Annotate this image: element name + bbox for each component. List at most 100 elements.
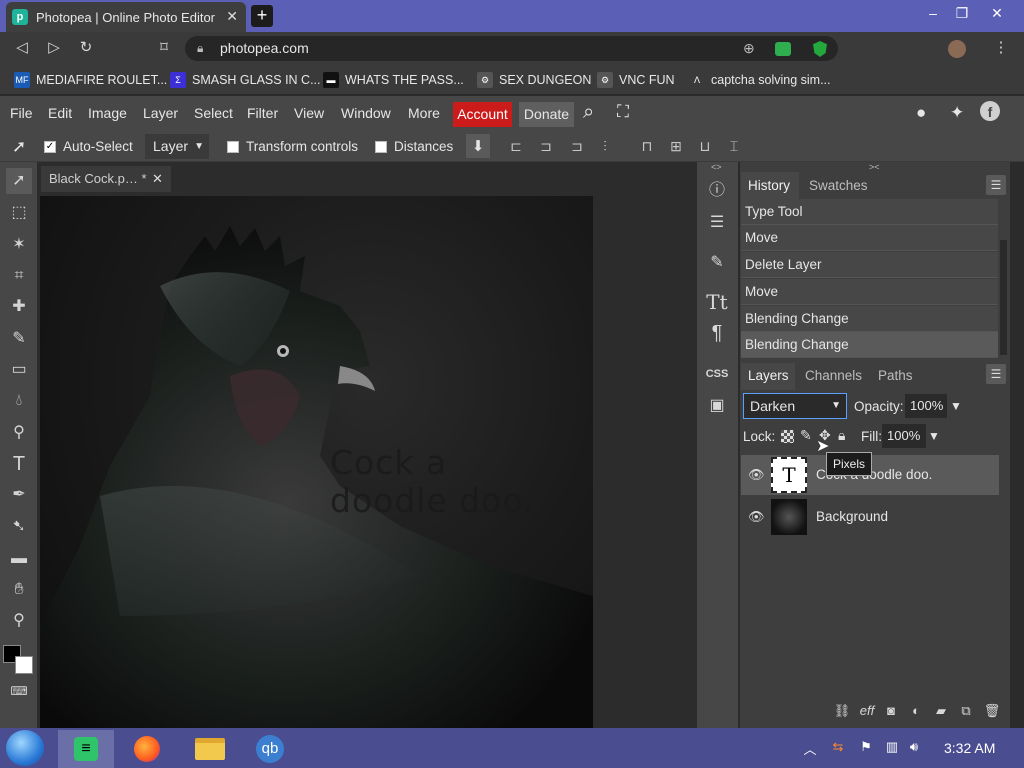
- close-tab-icon[interactable]: ✕: [226, 8, 238, 25]
- align-middle-v-icon[interactable]: ⊞: [667, 138, 685, 156]
- taskbar-qbittorrent[interactable]: qb: [244, 730, 300, 768]
- collapse-arrows-icon[interactable]: <>: [711, 162, 722, 172]
- crop-tool-icon[interactable]: ⌗: [6, 263, 32, 289]
- fullscreen-icon[interactable]: ⛶: [617, 102, 629, 122]
- bookmark-icon[interactable]: ⌑: [153, 37, 175, 59]
- layers-panel-menu-icon[interactable]: ☰: [986, 364, 1006, 384]
- taskbar-firefox[interactable]: [120, 730, 176, 768]
- tray-network-icon[interactable]: ▥: [884, 739, 900, 755]
- tab-history[interactable]: History: [741, 172, 799, 199]
- search-icon[interactable]: ⌕: [583, 101, 594, 124]
- history-item[interactable]: Type Tool: [741, 199, 998, 225]
- distribute-v-icon[interactable]: ⌶: [724, 138, 744, 156]
- paragraph-icon[interactable]: ¶: [701, 319, 733, 347]
- collapse-arrows-icon[interactable]: ><: [869, 162, 880, 172]
- keyboard-icon[interactable]: ⌨: [6, 678, 32, 704]
- tray-expand-icon[interactable]: ︿: [802, 739, 818, 757]
- hand-tool-icon[interactable]: ✋︎: [6, 577, 32, 603]
- marquee-tool-icon[interactable]: ⬚: [6, 200, 32, 226]
- fill-input[interactable]: 100%: [882, 424, 926, 448]
- new-layer-icon[interactable]: ⧉: [957, 703, 975, 721]
- adjustment-layer-icon[interactable]: ◐: [907, 703, 925, 721]
- history-item[interactable]: Move: [741, 279, 998, 305]
- dodge-tool-icon[interactable]: ⚲: [6, 420, 32, 446]
- adjustments-icon[interactable]: ☰: [701, 209, 733, 237]
- maximize-window-button[interactable]: ❐: [946, 2, 978, 26]
- taskbar-file-explorer[interactable]: [182, 730, 238, 768]
- canvas-text-layer[interactable]: Cock a doodle doo.: [330, 444, 534, 520]
- lock-all-icon[interactable]: 🔒︎: [838, 427, 845, 444]
- bookmark-captcha[interactable]: Λ captcha solving sim...: [689, 71, 831, 89]
- bookmark-sex-dungeon[interactable]: ⚙ SEX DUNGEON: [477, 71, 591, 89]
- menu-view[interactable]: View: [294, 105, 324, 121]
- history-panel-menu-icon[interactable]: ☰: [986, 175, 1006, 195]
- layer-effects-icon[interactable]: eff: [858, 703, 876, 721]
- character-icon[interactable]: Tt: [701, 288, 733, 316]
- reload-icon[interactable]: ↻: [75, 37, 97, 59]
- menu-more[interactable]: More: [408, 105, 440, 121]
- magic-wand-tool-icon[interactable]: ✶: [6, 232, 32, 258]
- gradient-tool-icon[interactable]: ▭: [6, 357, 32, 383]
- history-item[interactable]: Blending Change: [741, 306, 998, 332]
- pen-tool-icon[interactable]: ✒: [6, 482, 32, 508]
- tray-update-icon[interactable]: ⇆: [830, 739, 846, 755]
- facebook-icon[interactable]: f: [980, 101, 1000, 121]
- image-icon[interactable]: ▣: [701, 392, 733, 420]
- lock-pixels-icon[interactable]: ✎: [800, 427, 812, 444]
- reddit-icon[interactable]: ●: [916, 103, 926, 123]
- path-select-tool-icon[interactable]: ➷: [6, 514, 32, 540]
- tab-channels[interactable]: Channels: [805, 368, 862, 383]
- align-right-icon[interactable]: ⊐: [568, 138, 586, 156]
- menu-window[interactable]: Window: [341, 105, 391, 121]
- delete-layer-icon[interactable]: 🗑︎: [983, 703, 1001, 721]
- install-app-icon[interactable]: ⊕: [743, 36, 755, 61]
- brush-settings-icon[interactable]: ✎: [701, 249, 733, 277]
- bookmark-whats-the-pass[interactable]: ▬ WHATS THE PASS...: [323, 71, 464, 89]
- layer-row-background[interactable]: 👁︎ Background: [741, 497, 999, 537]
- lock-transparency-icon[interactable]: [781, 430, 794, 443]
- distribute-h-icon[interactable]: ⫶: [596, 138, 614, 156]
- close-document-icon[interactable]: ✕: [152, 171, 163, 187]
- history-item-current[interactable]: Blending Change: [741, 332, 998, 358]
- menu-edit[interactable]: Edit: [48, 105, 72, 121]
- history-scrollbar[interactable]: [1000, 240, 1007, 355]
- download-icon[interactable]: ⬇: [466, 134, 490, 158]
- align-bottom-icon[interactable]: ⊔: [696, 138, 714, 156]
- blur-tool-icon[interactable]: 💧︎: [6, 388, 32, 414]
- tab-layers[interactable]: Layers: [741, 363, 795, 390]
- extension-green-icon[interactable]: [775, 42, 791, 56]
- auto-select-target-dropdown[interactable]: Layer ▼: [145, 134, 209, 159]
- bookmark-smash-glass[interactable]: Σ SMASH GLASS IN C...: [170, 71, 321, 89]
- back-icon[interactable]: ◁: [11, 37, 33, 59]
- bookmark-vnc-fun[interactable]: ⚙ VNC FUN: [597, 71, 675, 89]
- menu-file[interactable]: File: [10, 105, 33, 121]
- donate-button[interactable]: Donate: [519, 102, 574, 127]
- transform-controls-checkbox[interactable]: Transform controls: [227, 139, 358, 154]
- menu-image[interactable]: Image: [88, 105, 127, 121]
- browser-tab-photopea[interactable]: p Photopea | Online Photo Editor ✕: [6, 2, 246, 32]
- new-tab-button[interactable]: +: [251, 5, 273, 27]
- taskbar-clock[interactable]: 3:32 AM: [944, 740, 995, 756]
- history-item[interactable]: Delete Layer: [741, 252, 998, 278]
- minimize-window-button[interactable]: –: [917, 2, 949, 26]
- address-bar[interactable]: 🔒︎ photopea.com ⊕: [185, 36, 838, 61]
- history-item[interactable]: Move: [741, 225, 998, 251]
- bookmark-mediafire[interactable]: MF MEDIAFIRE ROULET...: [14, 71, 167, 89]
- forward-icon[interactable]: ▷: [43, 37, 65, 59]
- tray-volume-icon[interactable]: 🔊︎: [906, 739, 922, 755]
- type-tool-icon[interactable]: T: [6, 451, 32, 477]
- account-button[interactable]: Account: [453, 102, 512, 127]
- browser-menu-icon[interactable]: ⋮: [990, 37, 1012, 59]
- twitter-icon[interactable]: ✦: [950, 103, 964, 123]
- layer-mask-icon[interactable]: ◙: [882, 703, 900, 721]
- align-left-icon[interactable]: ⊏: [507, 138, 525, 156]
- brush-tool-icon[interactable]: ✎: [6, 326, 32, 352]
- new-group-icon[interactable]: ▰: [932, 703, 950, 721]
- align-center-h-icon[interactable]: ⊐: [537, 138, 555, 156]
- distances-checkbox[interactable]: Distances: [375, 139, 453, 154]
- fill-slider-arrow-icon[interactable]: ▼: [928, 429, 940, 443]
- background-color-swatch[interactable]: [15, 656, 33, 674]
- auto-select-checkbox[interactable]: ✓ Auto-Select: [44, 139, 133, 154]
- zoom-tool-icon[interactable]: ⚲: [6, 608, 32, 634]
- move-tool-icon[interactable]: ➚: [6, 168, 32, 194]
